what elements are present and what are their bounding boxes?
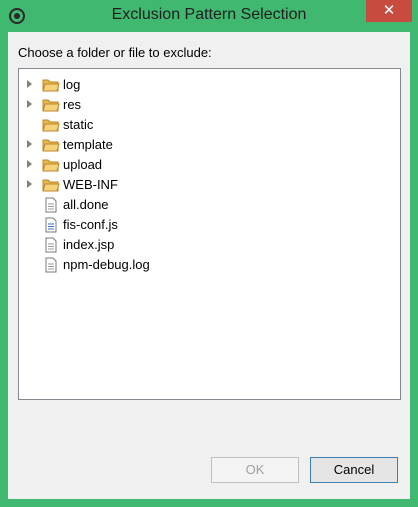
- cancel-button[interactable]: Cancel: [310, 457, 398, 483]
- file-tree[interactable]: log res static template upload WEB-INF all.don…: [18, 68, 401, 400]
- tree-item-label: log: [63, 77, 81, 92]
- tree-item[interactable]: npm-debug.log: [19, 255, 389, 275]
- folder-icon: [42, 79, 60, 92]
- folder-icon: [42, 139, 60, 152]
- tree-item[interactable]: upload: [19, 155, 389, 175]
- dialog-window: Exclusion Pattern Selection ✕ Choose a f…: [0, 0, 418, 507]
- tree-item-label: WEB-INF: [63, 177, 118, 192]
- tree-item[interactable]: fis-conf.js: [19, 215, 389, 235]
- tree-item[interactable]: log: [19, 75, 389, 95]
- log-file-icon: [45, 257, 57, 273]
- expand-arrow-icon[interactable]: [27, 160, 32, 168]
- ok-button[interactable]: OK: [211, 457, 299, 483]
- folder-icon: [42, 179, 60, 192]
- folder-icon: [42, 99, 60, 112]
- prompt-label: Choose a folder or file to exclude:: [18, 45, 212, 60]
- tree-item-label: all.done: [63, 197, 109, 212]
- expand-arrow-icon[interactable]: [27, 80, 32, 88]
- tree-item-label: template: [63, 137, 113, 152]
- tree-item[interactable]: res: [19, 95, 389, 115]
- title-bar[interactable]: Exclusion Pattern Selection ✕: [0, 0, 418, 32]
- file-icon: [45, 197, 57, 213]
- expand-arrow-icon[interactable]: [27, 140, 32, 148]
- tree-item[interactable]: WEB-INF: [19, 175, 389, 195]
- tree-item-label: index.jsp: [63, 237, 115, 252]
- tree-item[interactable]: static: [19, 115, 389, 135]
- tree-item[interactable]: all.done: [19, 195, 389, 215]
- tree-item-label: fis-conf.js: [63, 217, 118, 232]
- expand-arrow-icon[interactable]: [27, 180, 32, 188]
- dialog-content: Choose a folder or file to exclude: log r…: [8, 32, 410, 499]
- close-button[interactable]: ✕: [366, 0, 412, 22]
- tree-item-label: upload: [63, 157, 103, 172]
- folder-icon: [42, 159, 60, 172]
- tree-item[interactable]: index.jsp: [19, 235, 389, 255]
- expand-arrow-icon[interactable]: [27, 100, 32, 108]
- tree-item-label: static: [63, 117, 94, 132]
- tree-item[interactable]: template: [19, 135, 389, 155]
- file-icon: [45, 237, 57, 253]
- tree-item-label: res: [63, 97, 82, 112]
- js-file-icon: [45, 217, 57, 233]
- folder-icon: [42, 119, 60, 132]
- window-title: Exclusion Pattern Selection: [111, 6, 307, 23]
- tree-item-label: npm-debug.log: [63, 257, 150, 272]
